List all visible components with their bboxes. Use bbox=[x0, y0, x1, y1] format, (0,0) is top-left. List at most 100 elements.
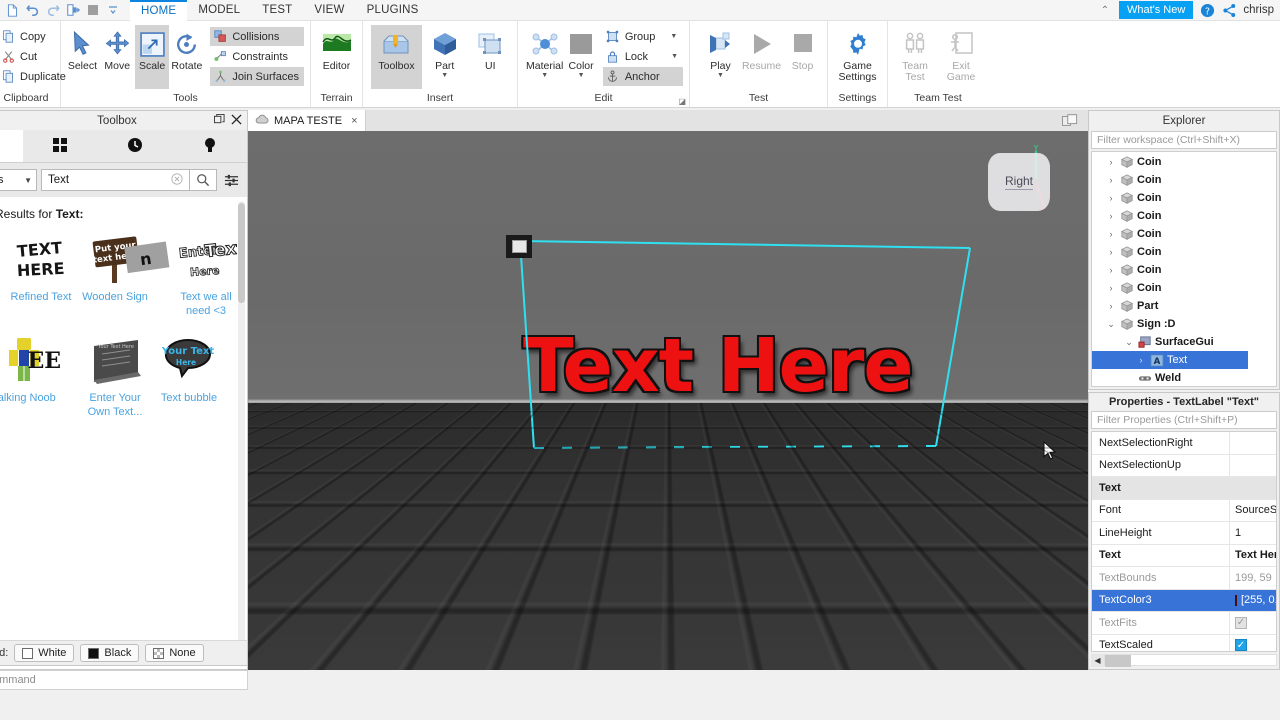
user-name-label[interactable]: chrisp bbox=[1243, 4, 1276, 16]
expander-icon[interactable]: › bbox=[1104, 193, 1118, 203]
share-icon[interactable] bbox=[1221, 2, 1237, 18]
scroll-thumb[interactable] bbox=[1105, 655, 1131, 667]
new-file-icon[interactable] bbox=[3, 1, 22, 20]
property-value[interactable]: Text Here bbox=[1230, 549, 1276, 561]
toolbox-button[interactable]: Toolbox bbox=[371, 25, 422, 89]
color-caret-icon[interactable]: ▼ bbox=[578, 72, 585, 79]
stop-button[interactable]: Stop bbox=[782, 25, 823, 89]
expander-icon[interactable]: › bbox=[1104, 265, 1118, 275]
viewport-tab-close-icon[interactable]: × bbox=[351, 115, 357, 127]
whats-new-button[interactable]: What's New bbox=[1118, 1, 1194, 19]
tree-node-part[interactable]: › Part bbox=[1092, 297, 1276, 315]
menu-tab-model[interactable]: MODEL bbox=[187, 0, 251, 21]
property-value[interactable]: 1 bbox=[1230, 527, 1276, 539]
material-button[interactable]: Material ▼ bbox=[526, 25, 563, 89]
expander-icon[interactable]: ⌄ bbox=[1104, 319, 1118, 330]
select-tool-button[interactable]: Select bbox=[65, 25, 100, 89]
property-row-textcolor3[interactable]: TextColor3 [255, 0, 0 bbox=[1092, 589, 1276, 612]
background-white-option[interactable]: White bbox=[14, 644, 75, 662]
rotate-tool-button[interactable]: Rotate bbox=[169, 25, 204, 89]
expander-icon[interactable]: › bbox=[1104, 283, 1118, 293]
tree-node-coin-7[interactable]: › Coin bbox=[1092, 261, 1276, 279]
menu-tab-home[interactable]: HOME bbox=[130, 0, 188, 21]
toolbox-tab-inventory[interactable] bbox=[172, 130, 247, 162]
toolbox-item-refined-text[interactable]: TEXT HERE Refined Text bbox=[7, 231, 75, 318]
tree-node-coin-4[interactable]: › Coin bbox=[1092, 207, 1276, 225]
toolbox-item-text-bubble[interactable]: Your Text Here Text bubble bbox=[155, 332, 223, 419]
toolbox-item-clipped-1[interactable]: ere ere bbox=[0, 231, 1, 318]
toolbox-tab-marketplace[interactable] bbox=[23, 130, 98, 162]
tree-node-coin-5[interactable]: › Coin bbox=[1092, 225, 1276, 243]
collisions-toggle[interactable]: Collisions bbox=[210, 27, 304, 46]
toolbox-item-enter-your-own-text[interactable]: Your Text Here Enter Your Own Text... bbox=[81, 332, 149, 419]
group-button[interactable]: Group ▼ bbox=[603, 27, 683, 46]
background-none-option[interactable]: None bbox=[145, 644, 204, 662]
scroll-left-arrow-icon[interactable]: ◀ bbox=[1091, 653, 1104, 667]
search-icon[interactable] bbox=[189, 169, 217, 191]
part-caret-icon[interactable]: ▼ bbox=[441, 72, 448, 79]
expander-icon[interactable]: › bbox=[1104, 211, 1118, 221]
part-button[interactable]: Part ▼ bbox=[422, 25, 468, 89]
tree-node-surfacegui[interactable]: ⌄ SurfaceGui bbox=[1092, 333, 1276, 351]
properties-horizontal-scrollbar[interactable]: ◀ bbox=[1091, 653, 1277, 667]
play-button[interactable]: Play ▼ bbox=[700, 25, 741, 89]
scroll-track[interactable] bbox=[1104, 654, 1277, 667]
background-black-option[interactable]: Black bbox=[80, 644, 140, 662]
expander-icon[interactable]: ⌄ bbox=[1122, 337, 1136, 348]
property-value[interactable]: SourceSans bbox=[1230, 504, 1276, 516]
redo-icon[interactable] bbox=[43, 1, 62, 20]
expander-icon[interactable]: › bbox=[1104, 247, 1118, 257]
property-row-nextselectionright[interactable]: NextSelectionRight bbox=[1092, 432, 1276, 455]
toolbox-item-clipped-3[interactable]: EE EE bbox=[27, 332, 75, 419]
team-test-button[interactable]: Team Test bbox=[892, 25, 938, 89]
property-row-font[interactable]: Font SourceSans bbox=[1092, 499, 1276, 522]
command-bar[interactable]: ommand bbox=[0, 670, 248, 690]
scale-handle-top-left[interactable] bbox=[506, 235, 532, 258]
property-row-nextselectionup[interactable]: NextSelectionUp bbox=[1092, 454, 1276, 477]
toolbox-scrollbar-thumb[interactable] bbox=[238, 203, 245, 303]
resume-button[interactable]: Resume bbox=[741, 25, 782, 89]
scale-tool-button[interactable]: Scale bbox=[134, 25, 170, 89]
tree-node-sign[interactable]: ⌄ Sign :D bbox=[1092, 315, 1276, 333]
close-icon[interactable] bbox=[231, 114, 242, 128]
qat-more-icon[interactable] bbox=[103, 1, 122, 20]
properties-filter-input[interactable]: Filter Properties (Ctrl+Shift+P) bbox=[1091, 411, 1277, 429]
tree-node-coin-6[interactable]: › Coin bbox=[1092, 243, 1276, 261]
clear-circle-icon[interactable] bbox=[171, 172, 183, 188]
anchor-button[interactable]: Anchor bbox=[602, 67, 683, 86]
lock-caret-icon[interactable]: ▼ bbox=[671, 53, 678, 60]
chevron-up-icon[interactable]: ⌃ bbox=[1097, 2, 1113, 18]
ui-button[interactable]: UI bbox=[467, 25, 513, 89]
constraints-toggle[interactable]: Constraints bbox=[210, 47, 304, 66]
menu-tab-view[interactable]: VIEW bbox=[303, 0, 355, 21]
play-caret-icon[interactable]: ▼ bbox=[717, 72, 724, 79]
exit-game-button[interactable]: Exit Game bbox=[938, 25, 984, 89]
tree-node-text[interactable]: › A Text bbox=[1092, 351, 1248, 369]
menu-tab-test[interactable]: TEST bbox=[251, 0, 303, 21]
tree-node-coin-8[interactable]: › Coin bbox=[1092, 279, 1276, 297]
property-value-wrap[interactable]: [255, 0, 0 bbox=[1230, 594, 1276, 606]
terrain-editor-button[interactable]: Editor bbox=[315, 25, 358, 89]
toolbox-item-text-we-all-need[interactable]: Enter Text Here Text we all need <3 bbox=[172, 231, 240, 318]
expander-icon[interactable]: › bbox=[1104, 157, 1118, 167]
viewcube[interactable]: Right bbox=[988, 153, 1050, 211]
expander-icon[interactable]: › bbox=[1104, 301, 1118, 311]
tree-node-coin-1[interactable]: › Coin bbox=[1092, 153, 1276, 171]
help-circle-icon[interactable]: ? bbox=[1199, 2, 1215, 18]
property-value-wrap[interactable]: ✓ bbox=[1230, 639, 1276, 651]
move-tool-button[interactable]: Move bbox=[100, 25, 135, 89]
lock-button[interactable]: Lock ▼ bbox=[603, 47, 683, 66]
expander-icon[interactable]: › bbox=[1104, 229, 1118, 239]
material-caret-icon[interactable]: ▼ bbox=[541, 72, 548, 79]
expander-icon[interactable]: › bbox=[1104, 175, 1118, 185]
game-settings-button[interactable]: Game Settings bbox=[832, 25, 883, 89]
search-input[interactable]: Text bbox=[41, 169, 189, 191]
maximize-windows-icon[interactable] bbox=[1058, 112, 1082, 129]
tree-node-coin-2[interactable]: › Coin bbox=[1092, 171, 1276, 189]
color-button[interactable]: Color ▼ bbox=[563, 25, 598, 89]
edit-dialog-launcher[interactable]: ◪ bbox=[678, 97, 686, 106]
color-swatch-icon[interactable] bbox=[1235, 594, 1237, 606]
scene-text-label[interactable]: Text Here bbox=[523, 323, 914, 409]
toolbox-tab-recent[interactable] bbox=[98, 130, 173, 162]
property-row-lineheight[interactable]: LineHeight 1 bbox=[1092, 522, 1276, 545]
